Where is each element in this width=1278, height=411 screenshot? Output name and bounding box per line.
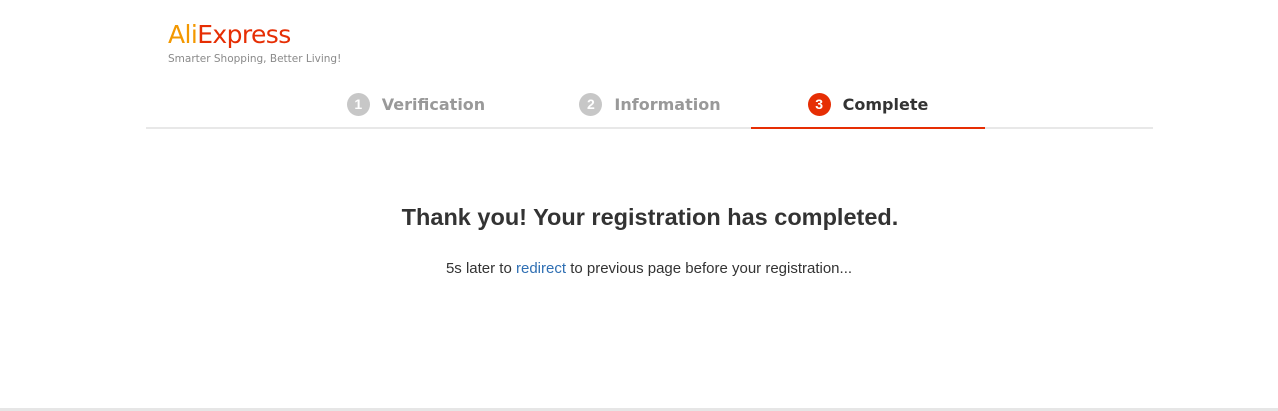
step-label: Verification [381,95,486,114]
registration-steps: 1 Verification 2 Information 3 Complete [146,82,1153,129]
registration-complete-page: AliExpress Smarter Shopping, Better Livi… [0,0,1278,411]
step-number-badge: 1 [346,93,370,116]
step-number-badge: 3 [807,93,831,116]
logo-wordmark: AliExpress [168,20,291,49]
step-complete: 3 Complete [751,82,985,129]
step-label: Complete [842,95,929,114]
step-information: 2 Information [544,82,756,127]
logo-slogan: Smarter Shopping, Better Living! [168,53,342,65]
step-label: Information [614,95,721,114]
redirect-message: 5s later to redirect to previous page be… [0,260,1278,277]
redirect-link[interactable]: redirect [516,260,566,277]
step-verification: 1 Verification [310,82,522,127]
step-number-badge: 2 [579,93,603,116]
aliexpress-logo[interactable]: AliExpress [168,20,291,50]
completion-headline: Thank you! Your registration has complet… [401,204,899,230]
message-suffix: to previous page before your registratio… [566,260,853,277]
message-prefix: 5s later to [445,260,516,277]
